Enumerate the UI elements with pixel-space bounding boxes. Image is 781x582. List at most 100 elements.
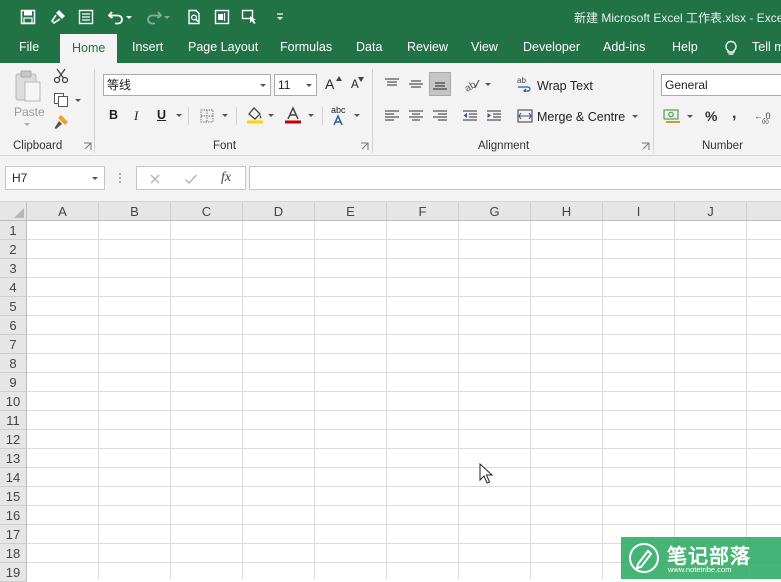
middle-align-icon[interactable] [405, 73, 427, 95]
row-header[interactable]: 11 [0, 411, 27, 430]
row-header[interactable]: 19 [0, 563, 27, 582]
font-color-icon[interactable] [283, 105, 303, 125]
enter-check-icon[interactable] [183, 171, 199, 187]
tab-page-layout[interactable]: Page Layout [188, 33, 258, 63]
row-header[interactable]: 5 [0, 297, 27, 316]
number-format-combo[interactable]: General [661, 74, 781, 96]
lightbulb-icon[interactable] [724, 40, 738, 56]
row-header[interactable]: 9 [0, 373, 27, 392]
form-icon[interactable] [76, 7, 96, 27]
row-header[interactable]: 14 [0, 468, 27, 487]
column-header[interactable]: E [315, 202, 387, 221]
paste-dropdown-icon[interactable] [24, 123, 30, 126]
align-right-icon[interactable] [429, 105, 451, 127]
tab-formulas[interactable]: Formulas [280, 33, 332, 63]
row-header[interactable]: 16 [0, 506, 27, 525]
comma-style-button[interactable]: , [732, 105, 736, 123]
cell-grid[interactable] [27, 221, 781, 579]
orientation-icon[interactable]: ab [461, 73, 483, 95]
chevron-down-icon[interactable] [306, 84, 312, 87]
tab-add-ins[interactable]: Add-ins [603, 33, 645, 63]
tab-tell-me[interactable]: Tell m [752, 33, 781, 63]
format-painter-icon[interactable] [48, 7, 68, 27]
tab-file[interactable]: File [19, 33, 39, 63]
more-options-icon[interactable] [116, 170, 124, 186]
tab-view[interactable]: View [471, 33, 498, 63]
column-header-partial[interactable] [747, 202, 781, 221]
borders-icon[interactable] [198, 107, 216, 125]
align-left-icon[interactable] [381, 105, 403, 127]
customize-qat-icon[interactable] [270, 7, 290, 27]
tab-review[interactable]: Review [407, 33, 448, 63]
undo-dropdown-icon[interactable] [126, 16, 132, 19]
copy-icon[interactable] [51, 91, 71, 109]
column-header[interactable]: C [171, 202, 243, 221]
row-header[interactable]: 13 [0, 449, 27, 468]
copy-dropdown-icon[interactable] [75, 99, 81, 102]
touch-mode-icon[interactable] [240, 7, 260, 27]
row-header[interactable]: 15 [0, 487, 27, 506]
row-header[interactable]: 10 [0, 392, 27, 411]
row-header[interactable]: 6 [0, 316, 27, 335]
top-align-icon[interactable] [381, 73, 403, 95]
column-header[interactable]: H [531, 202, 603, 221]
increase-decimal-icon[interactable]: ←.0 00 [754, 107, 778, 125]
save-icon[interactable] [18, 7, 38, 27]
font-color-dropdown-icon[interactable] [308, 114, 314, 117]
screenshot-icon[interactable] [212, 7, 232, 27]
merge-dropdown-icon[interactable] [632, 115, 638, 118]
column-header[interactable]: I [603, 202, 675, 221]
print-preview-icon[interactable] [184, 7, 204, 27]
bold-button[interactable]: B [109, 108, 118, 122]
row-header[interactable]: 4 [0, 278, 27, 297]
tab-data[interactable]: Data [356, 33, 382, 63]
tab-insert[interactable]: Insert [132, 33, 163, 63]
row-header[interactable]: 1 [0, 221, 27, 240]
formula-input[interactable] [249, 166, 781, 190]
italic-button[interactable]: I [134, 108, 138, 124]
column-header[interactable]: A [27, 202, 99, 221]
align-center-icon[interactable] [405, 105, 427, 127]
font-launcher-icon[interactable] [360, 142, 369, 151]
alignment-launcher-icon[interactable] [641, 142, 650, 151]
increase-indent-icon[interactable] [483, 105, 505, 127]
chevron-down-icon[interactable] [260, 84, 266, 87]
tab-help[interactable]: Help [672, 33, 698, 63]
fill-color-dropdown-icon[interactable] [268, 114, 274, 117]
tab-developer[interactable]: Developer [523, 33, 580, 63]
percent-style-button[interactable]: % [705, 108, 717, 124]
font-size-combo[interactable]: 11 [274, 74, 317, 96]
bottom-align-icon[interactable] [429, 72, 451, 96]
column-header[interactable]: G [459, 202, 531, 221]
accounting-format-icon[interactable] [662, 107, 682, 125]
chevron-down-icon[interactable] [92, 177, 98, 180]
increase-font-button[interactable]: A [325, 76, 334, 92]
underline-button[interactable]: U [157, 108, 166, 122]
underline-dropdown-icon[interactable] [176, 114, 182, 117]
undo-icon[interactable] [106, 7, 126, 27]
accounting-dropdown-icon[interactable] [687, 115, 693, 118]
borders-dropdown-icon[interactable] [222, 114, 228, 117]
paste-button[interactable]: Paste [14, 105, 45, 119]
row-header[interactable]: 7 [0, 335, 27, 354]
format-painter-brush-icon[interactable] [51, 113, 71, 131]
column-header[interactable]: B [99, 202, 171, 221]
row-header[interactable]: 12 [0, 430, 27, 449]
row-header[interactable]: 18 [0, 544, 27, 563]
clipboard-launcher-icon[interactable] [83, 142, 92, 151]
cancel-icon[interactable] [147, 171, 163, 187]
column-header[interactable]: F [387, 202, 459, 221]
orientation-dropdown-icon[interactable] [485, 83, 491, 86]
insert-function-button[interactable]: fx [221, 170, 231, 186]
row-header[interactable]: 8 [0, 354, 27, 373]
row-header[interactable]: 2 [0, 240, 27, 259]
font-name-combo[interactable]: 等线 [103, 74, 271, 96]
row-header[interactable]: 3 [0, 259, 27, 278]
phonetic-dropdown-icon[interactable] [354, 114, 360, 117]
select-all-corner[interactable] [0, 202, 27, 221]
tab-home[interactable]: Home [60, 34, 118, 63]
decrease-indent-icon[interactable] [459, 105, 481, 127]
wrap-text-button[interactable]: Wrap Text [537, 79, 593, 93]
merge-centre-button[interactable]: Merge & Centre [537, 110, 625, 124]
cut-icon[interactable] [51, 67, 71, 85]
